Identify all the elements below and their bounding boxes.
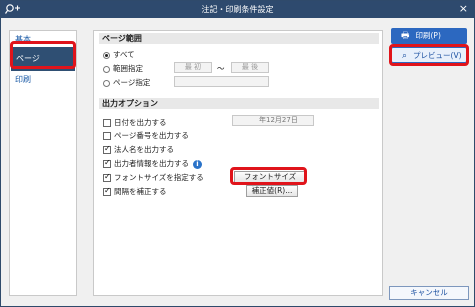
radio-range[interactable]	[103, 65, 110, 73]
option-font-size-row[interactable]: フォントサイズを指定する	[103, 172, 204, 183]
highlight-frame-preview	[389, 44, 469, 66]
radio-page-label: ページ指定	[113, 78, 151, 87]
checkbox-page-number[interactable]	[103, 132, 111, 140]
radio-all-label: すべて	[113, 50, 135, 59]
option-date-label: 日付を出力する	[114, 118, 167, 127]
radio-page[interactable]	[103, 79, 110, 87]
range-start-field[interactable]: 最 初	[174, 62, 212, 73]
range-end-field[interactable]: 最 後	[231, 62, 269, 73]
print-button-label: 印刷(P)	[415, 31, 441, 40]
option-author-label: 出力者情報を出力する	[114, 159, 189, 168]
checkbox-company[interactable]	[103, 144, 111, 154]
print-button[interactable]: 🖶 印刷(P)	[391, 28, 467, 44]
option-company-label: 法人名を出力する	[114, 145, 174, 154]
date-field[interactable]: 年12月27日	[232, 115, 314, 126]
settings-panel: ページ範囲 すべて 範囲指定 最 初 ～ 最 後 ページ指定 出力オプション 日…	[93, 30, 383, 296]
radio-range-label: 範囲指定	[113, 64, 143, 73]
checkbox-date[interactable]	[103, 119, 111, 127]
close-icon[interactable]: ×	[459, 3, 468, 15]
category-list: 基本 ページ 印刷	[9, 30, 77, 296]
section-page-range: ページ範囲	[99, 33, 379, 44]
option-author-row[interactable]: 出力者情報を出力する i	[103, 158, 202, 169]
option-font-size-label: フォントサイズを指定する	[114, 173, 204, 182]
range-tilde: ～	[217, 64, 225, 73]
window-title: 注記・印刷条件設定	[201, 5, 274, 14]
info-icon[interactable]: i	[193, 159, 202, 169]
highlight-frame-font	[230, 167, 307, 185]
cancel-button[interactable]: キャンセル	[389, 286, 469, 300]
nav-item-print[interactable]: 印刷	[13, 73, 73, 87]
dialog-window: 注記・印刷条件設定 × 基本 ページ 印刷 ページ範囲 すべて 範囲指定 最 初…	[0, 0, 475, 307]
page-spec-field[interactable]	[174, 76, 269, 87]
printer-icon: 🖶	[401, 31, 410, 41]
option-company-row[interactable]: 法人名を出力する	[103, 144, 174, 155]
checkbox-font-size[interactable]	[103, 172, 111, 182]
radio-page-row[interactable]: ページ指定	[103, 77, 150, 88]
correction-button[interactable]: 補正値(R)...	[246, 185, 298, 197]
section-output-options: 出力オプション	[99, 98, 379, 109]
checkbox-spacing[interactable]	[103, 186, 111, 196]
highlight-frame-page	[10, 41, 76, 69]
radio-all-row[interactable]: すべて	[103, 49, 135, 60]
checkbox-author[interactable]	[103, 158, 111, 168]
option-spacing-label: 間隔を補正する	[114, 187, 167, 196]
option-date-row[interactable]: 日付を出力する	[103, 117, 167, 128]
option-spacing-row[interactable]: 間隔を補正する	[103, 186, 167, 197]
title-bar: 注記・印刷条件設定 ×	[1, 1, 474, 18]
radio-range-row[interactable]: 範囲指定	[103, 63, 143, 74]
option-page-number-row[interactable]: ページ番号を出力する	[103, 130, 189, 141]
option-page-number-label: ページ番号を出力する	[114, 131, 189, 140]
radio-all[interactable]	[103, 51, 110, 59]
